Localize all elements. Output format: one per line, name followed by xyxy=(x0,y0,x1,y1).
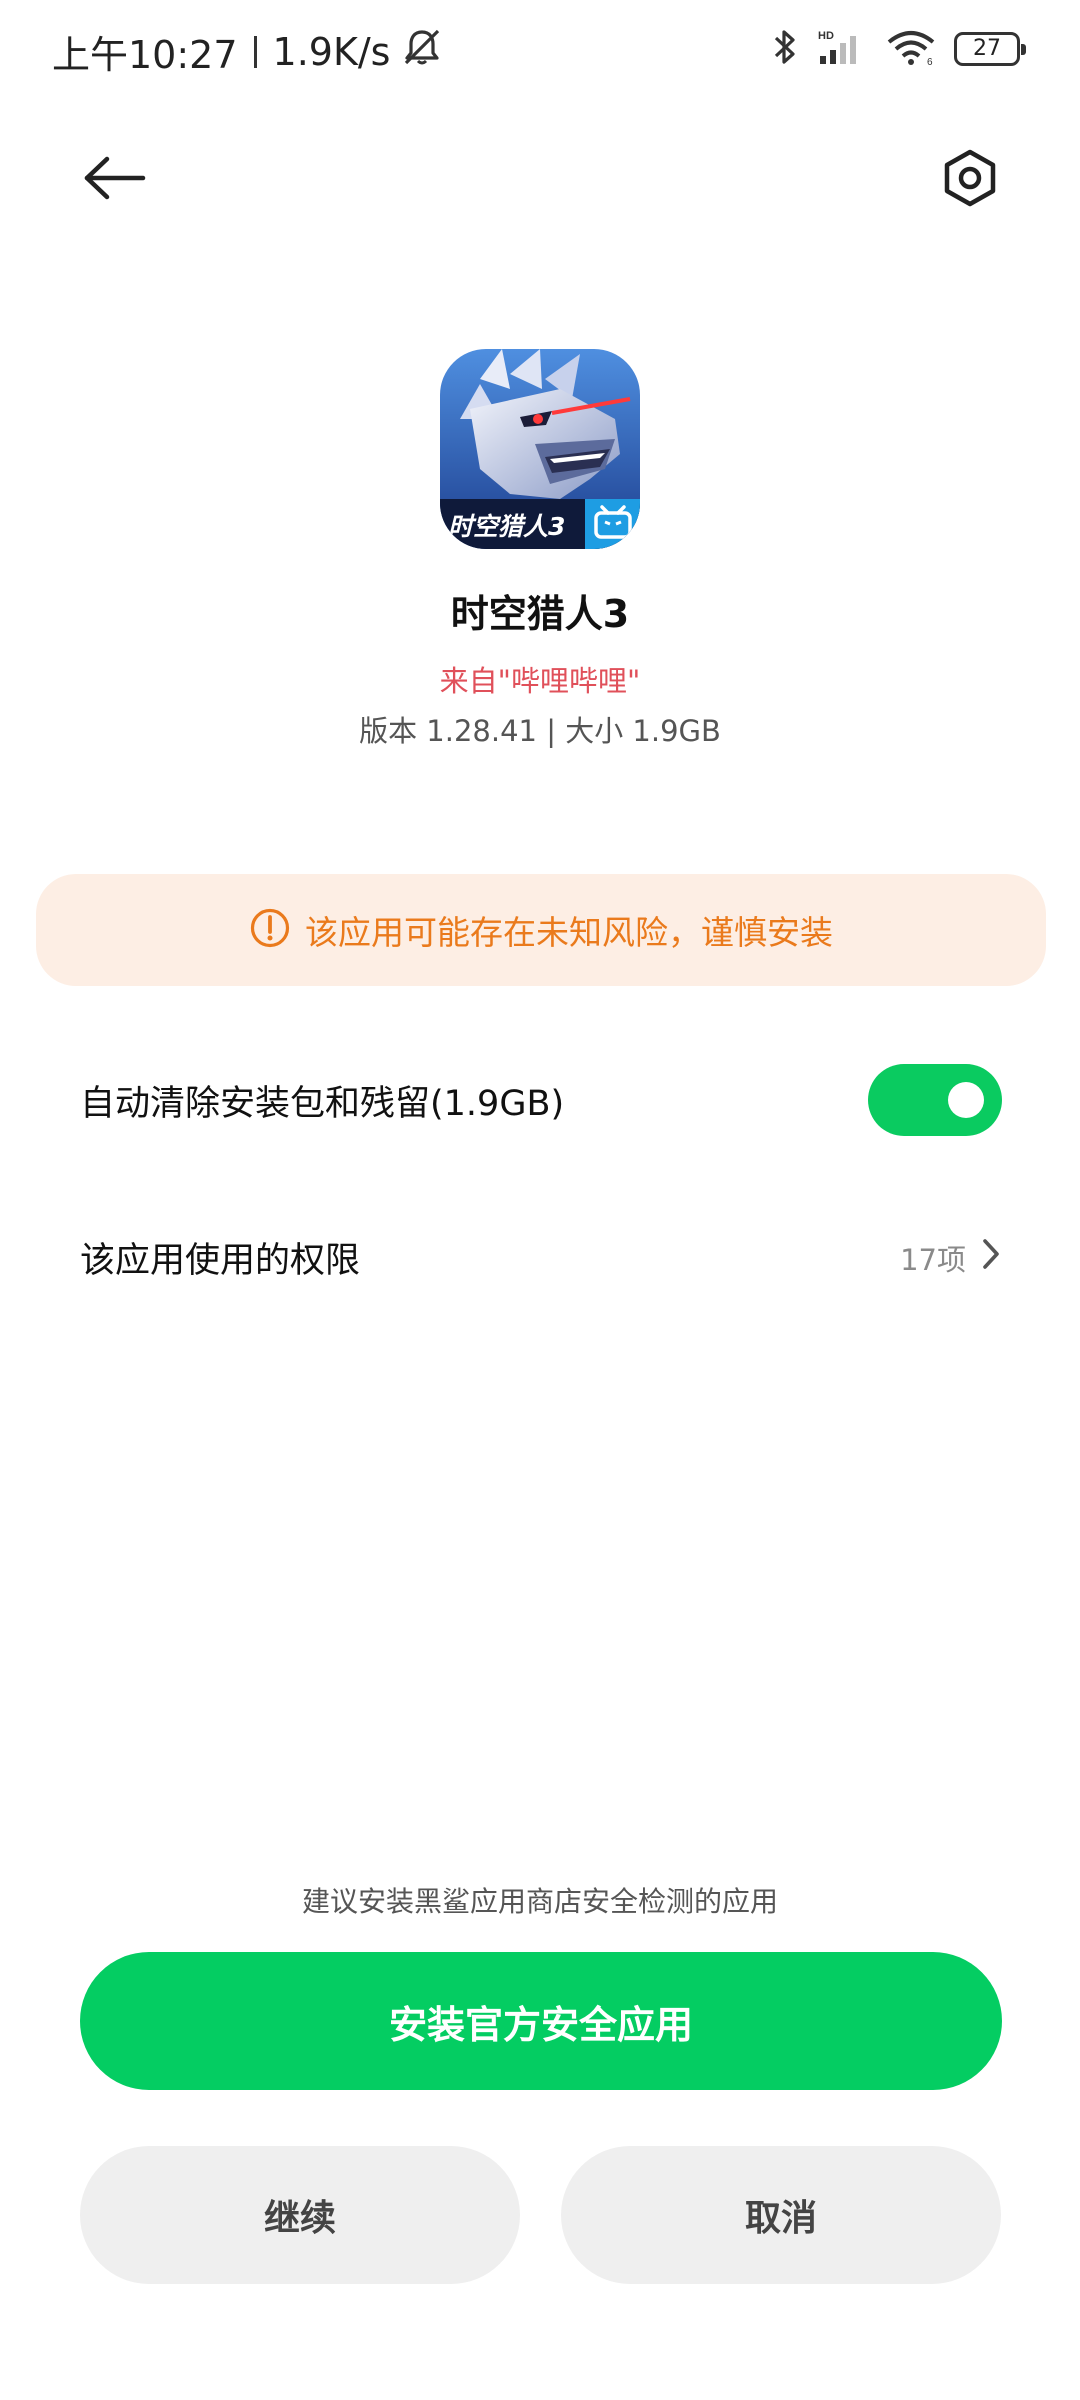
status-time: 上午10:27 xyxy=(52,33,238,77)
install-official-button[interactable]: 安装官方安全应用 xyxy=(80,1952,1002,2090)
app-source: 来自"哔哩哔哩" xyxy=(439,664,641,698)
permissions-label: 该应用使用的权限 xyxy=(80,1241,361,1281)
warning-text: 该应用可能存在未知风险，谨慎安装 xyxy=(305,913,833,952)
network-speed: 1.9K/s xyxy=(272,29,391,74)
permissions-count: 17项 xyxy=(900,1242,966,1277)
permissions-value: 17项 xyxy=(900,1237,1002,1279)
settings-button[interactable] xyxy=(925,135,1015,225)
status-right: HD 6 27 xyxy=(772,28,1026,70)
bluetooth-icon xyxy=(772,28,798,70)
app-icon: 时空猎人3 xyxy=(440,349,640,549)
back-arrow-icon xyxy=(83,155,147,205)
hd-signal-icon: HD xyxy=(816,28,868,70)
settings-hexagon-icon xyxy=(942,148,998,212)
svg-text:HD: HD xyxy=(818,30,834,42)
mute-bell-icon xyxy=(400,27,444,76)
permissions-row[interactable]: 该应用使用的权限 17项 xyxy=(80,1232,1002,1283)
app-icon-title: 时空猎人3 xyxy=(448,512,565,541)
status-separator xyxy=(253,35,257,68)
status-left: 上午10:27 1.9K/s xyxy=(52,24,444,79)
install-hint: 建议安装黑鲨应用商店安全检测的应用 xyxy=(301,1885,778,1918)
risk-warning-banner: 该应用可能存在未知风险，谨慎安装 xyxy=(36,874,1046,986)
alert-circle-icon xyxy=(249,907,291,953)
auto-clean-toggle[interactable] xyxy=(868,1064,1002,1136)
app-name: 时空猎人3 xyxy=(450,592,630,636)
toggle-knob xyxy=(948,1082,984,1118)
wifi-icon: 6 xyxy=(886,28,936,70)
auto-clean-row: 自动清除安装包和残留(1.9GB) xyxy=(80,1064,1002,1136)
status-bar: 上午10:27 1.9K/s HD 6 27 xyxy=(0,0,1080,96)
auto-clean-label: 自动清除安装包和残留(1.9GB) xyxy=(80,1083,565,1124)
svg-text:6: 6 xyxy=(927,57,933,66)
back-button[interactable] xyxy=(70,140,160,220)
battery-icon: 27 xyxy=(954,32,1026,66)
app-version-size: 版本 1.28.41 | 大小 1.9GB xyxy=(359,714,721,748)
continue-button[interactable]: 继续 xyxy=(80,2146,520,2284)
chevron-right-icon xyxy=(980,1237,1002,1278)
cancel-button[interactable]: 取消 xyxy=(561,2146,1001,2284)
battery-level: 27 xyxy=(973,36,1001,61)
